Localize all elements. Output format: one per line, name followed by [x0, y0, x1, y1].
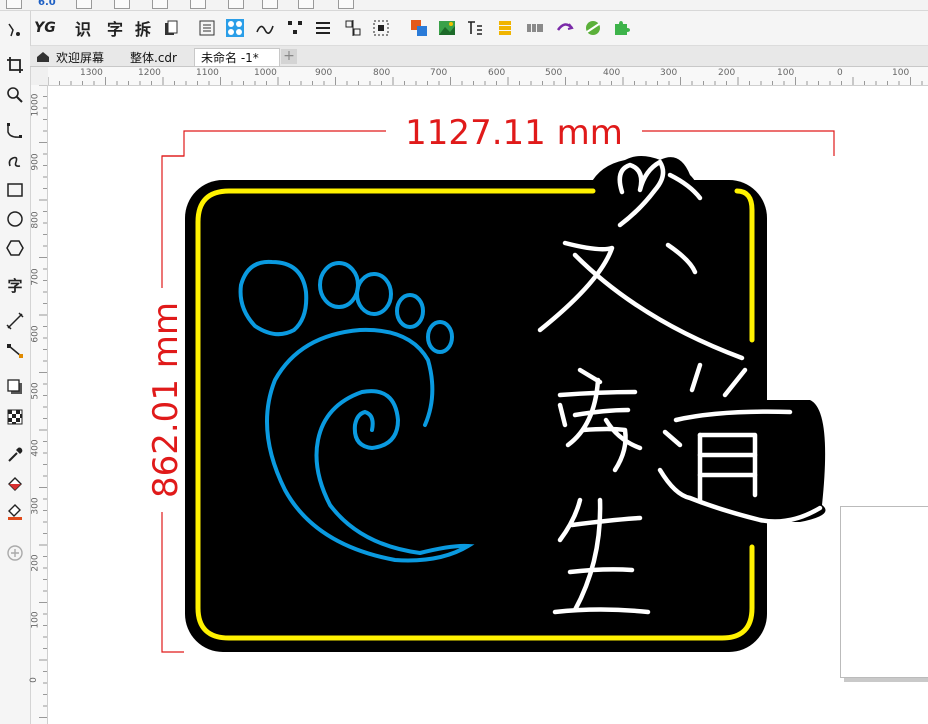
width-dimension-label[interactable]: 1127.11 mm [405, 113, 623, 153]
sign-backing[interactable] [185, 156, 826, 652]
neon-sign-design[interactable]: 1127.11 mm 862.01 mm [0, 0, 928, 724]
height-dimension-label[interactable]: 862.01 mm [146, 302, 186, 498]
